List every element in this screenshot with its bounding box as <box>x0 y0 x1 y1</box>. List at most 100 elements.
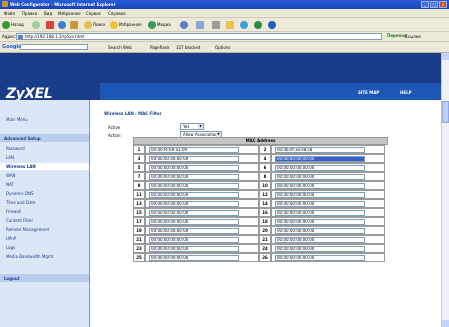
mac-address-input[interactable]: 00:00:00:00:00:00 <box>275 228 365 234</box>
sidebar-item-label: Media Bandwidth Mgmt <box>6 254 54 259</box>
sidebar-advanced-setup[interactable]: Advanced Setup <box>0 134 89 142</box>
mac-address-input[interactable]: 00:00:00:00:00:00 <box>149 183 239 189</box>
sidebar-item-label: Logs <box>6 245 16 250</box>
links-button[interactable]: Ссылки <box>405 34 421 39</box>
menu-file[interactable]: Файл <box>4 11 15 16</box>
google-search-web-button[interactable]: Search Web <box>108 45 132 50</box>
sidebar-advanced-setup-label: Advanced Setup <box>4 136 41 141</box>
sidebar-item-upnp[interactable]: UPnP <box>0 235 89 242</box>
active-select-value: Yes <box>183 124 190 129</box>
help-link[interactable]: HELP <box>400 90 412 95</box>
mac-address-input[interactable]: 00:00:00:00:00:00 <box>149 210 239 216</box>
extra-button[interactable] <box>268 20 277 29</box>
table-row: 23 00:00:00:00:00:00 24 00:00:00:00:00:00 <box>133 244 388 253</box>
mac-cell: 00:00:00:00:00:00 <box>271 208 385 217</box>
mac-address-input[interactable]: 00:00:00:00:00:00 <box>149 246 239 252</box>
mac-address-input[interactable]: 00:00:00:00:00:00 <box>275 219 365 225</box>
menu-edit[interactable]: Правка <box>22 11 37 16</box>
site-map-link[interactable]: SITE MAP <box>358 90 379 95</box>
mac-address-input[interactable]: 00:00:00:00:00:00 <box>275 192 365 198</box>
mac-address-input[interactable]: 00:00:00:00:00:00 <box>275 246 365 252</box>
table-row: 15 00:00:00:00:00:00 16 00:00:00:00:00:00 <box>133 208 388 217</box>
mac-address-input[interactable]: 00:00:00:00:00:00 <box>149 165 239 171</box>
back-button[interactable]: Назад <box>2 20 24 29</box>
menu-help[interactable]: Справка <box>108 11 126 16</box>
address-bar: Адрес: http://192.168.1.1/rpSys.html Пер… <box>0 32 449 42</box>
mac-address-input[interactable]: 00:00:00:00:00:00 <box>149 156 239 162</box>
sidebar-item-logs[interactable]: Logs <box>0 244 89 251</box>
menu-tools[interactable]: Сервис <box>86 11 101 16</box>
mac-address-input[interactable]: 00:00:00:00:00:00 <box>275 174 365 180</box>
mac-address-input[interactable]: 00:00:00:00:00:00 <box>149 174 239 180</box>
google-logo[interactable]: Google <box>2 44 22 50</box>
table-row: 3 00:00:00:00:00:00 4 00:00:00:00:00:00 <box>133 154 388 163</box>
mac-cell: 00:00:00:00:00:00 <box>145 199 259 208</box>
mac-address-input[interactable]: 00:00:00:00:00:00 <box>275 237 365 243</box>
google-options-button[interactable]: Options <box>215 45 230 50</box>
refresh-button[interactable] <box>58 20 67 29</box>
sidebar-item-remote-management[interactable]: Remote Management <box>0 226 89 233</box>
sidebar-item-wan[interactable]: WAN <box>0 172 89 179</box>
mac-address-input[interactable]: 00:00:00:00:00:00 <box>149 219 239 225</box>
edit-button[interactable] <box>226 20 235 29</box>
mac-address-input[interactable]: 00:00:00:00:00:00 <box>275 201 365 207</box>
mac-address-input[interactable]: 00:00:00:00:00:00 <box>275 210 365 216</box>
maximize-button[interactable]: □ <box>430 1 438 8</box>
mac-cell: 00:00:00:00:00:00 <box>145 226 259 235</box>
print-button[interactable] <box>212 20 221 29</box>
mac-address-input[interactable]: 00:0b:0f:3e:e8:c8 <box>275 147 365 153</box>
page-scrollbar[interactable] <box>441 53 449 327</box>
close-button[interactable]: × <box>439 1 447 8</box>
menu-view[interactable]: Вид <box>44 11 52 16</box>
mac-index: 18 <box>259 217 271 226</box>
window-controls: _ □ × <box>421 1 447 8</box>
mac-address-input[interactable]: 00:00:00:00:00:00 <box>149 255 239 261</box>
search-button[interactable]: Поиск <box>84 20 106 29</box>
scroll-up-arrow-icon[interactable] <box>442 53 449 60</box>
home-button[interactable] <box>70 20 79 29</box>
mac-address-input[interactable]: 00:00:00:00:00:00 <box>275 156 365 162</box>
stop-button[interactable] <box>46 20 55 29</box>
sidebar-item-label: Dynamic DNS <box>6 191 34 196</box>
scroll-down-arrow-icon[interactable] <box>442 320 449 327</box>
menu-favorites[interactable]: Избранное <box>58 11 81 16</box>
sidebar-item-dynamic-dns[interactable]: Dynamic DNS <box>0 190 89 197</box>
mac-address-input[interactable]: 00:00:00:00:00:00 <box>275 165 365 171</box>
chevron-down-icon: ▼ <box>198 124 203 129</box>
forward-button[interactable] <box>32 20 41 29</box>
messenger-button[interactable] <box>254 20 263 29</box>
history-button[interactable] <box>180 20 189 29</box>
media-button[interactable]: Медиа <box>148 20 171 29</box>
sidebar-main-menu-label: Main Menu <box>6 117 28 122</box>
scroll-thumb[interactable] <box>442 101 449 123</box>
sidebar-item-media-bandwidth[interactable]: Media Bandwidth Mgmt <box>0 253 89 260</box>
mac-cell: 00:00:00:00:00:00 <box>271 181 385 190</box>
sidebar-logout[interactable]: Logout <box>0 274 89 282</box>
minimize-button[interactable]: _ <box>421 1 429 8</box>
mac-cell: 00:00:00:00:00:00 <box>145 172 259 181</box>
sidebar-item-firewall[interactable]: Firewall <box>0 208 89 215</box>
active-select[interactable]: Yes ▼ <box>180 123 204 130</box>
sidebar-main-menu[interactable]: Main Menu <box>0 116 89 123</box>
mac-address-input[interactable]: 00:00:00:00:00:00 <box>149 237 239 243</box>
favorites-button[interactable]: Избранное <box>110 20 142 29</box>
google-popup-blocker[interactable]: 327 blocked <box>176 45 200 50</box>
google-search-input[interactable] <box>20 44 88 50</box>
mac-address-input[interactable]: 00:40:f4:b9:a1:09 <box>149 147 239 153</box>
mac-address-input[interactable]: 00:00:00:00:00:00 <box>149 201 239 207</box>
mail-button[interactable] <box>196 20 205 29</box>
sidebar-item-time-date[interactable]: Time and Date <box>0 199 89 206</box>
mac-address-input[interactable]: 00:00:00:00:00:00 <box>149 228 239 234</box>
address-input[interactable]: http://192.168.1.1/rpSys.html <box>16 33 382 40</box>
sidebar-item-lan[interactable]: LAN <box>0 154 89 161</box>
mac-address-input[interactable]: 00:00:00:00:00:00 <box>275 255 365 261</box>
sidebar-item-password[interactable]: Password <box>0 145 89 152</box>
sidebar-item-nat[interactable]: NAT <box>0 181 89 188</box>
sidebar-item-content-filter[interactable]: Content Filter <box>0 217 89 224</box>
discuss-button[interactable] <box>240 20 249 29</box>
sidebar-item-wireless-lan[interactable]: Wireless LAN <box>0 163 89 170</box>
favorites-star-icon <box>110 20 118 29</box>
mac-address-input[interactable]: 00:00:00:00:00:00 <box>275 183 365 189</box>
mac-address-input[interactable]: 00:00:00:00:00:00 <box>149 192 239 198</box>
mac-table-header: MAC Address <box>133 137 388 145</box>
